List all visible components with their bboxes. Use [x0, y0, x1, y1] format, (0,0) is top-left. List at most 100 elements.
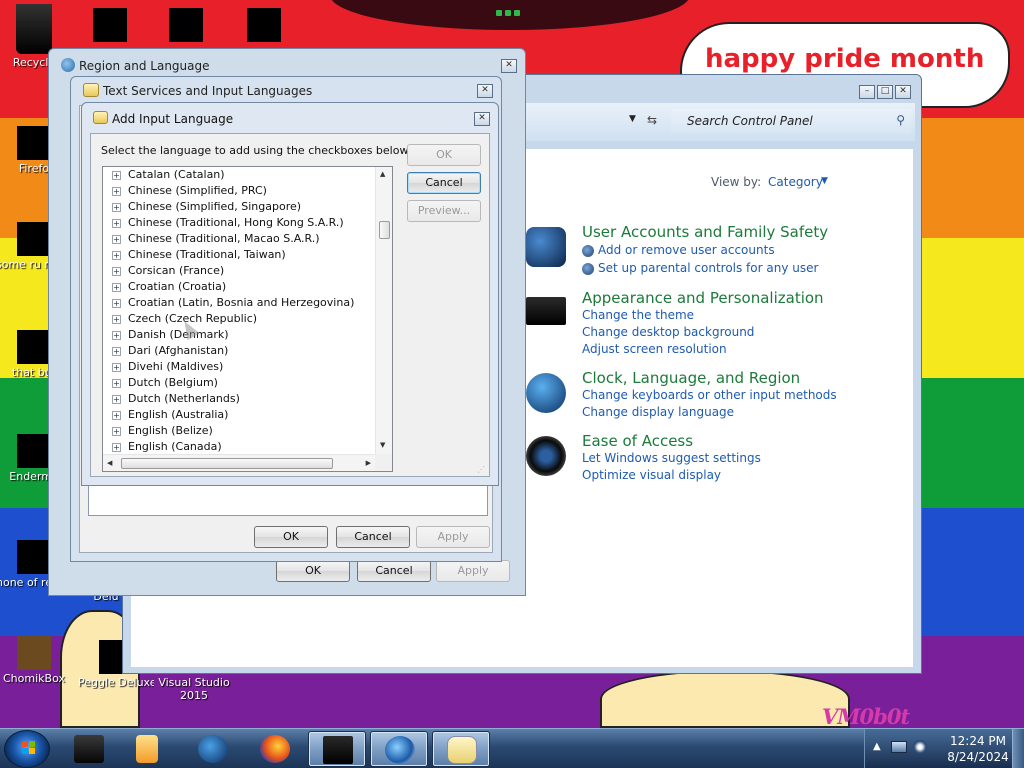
show-desktop-button[interactable]	[1012, 729, 1024, 768]
horizontal-scrollbar[interactable]: ◀ ▶	[103, 454, 375, 471]
category-link[interactable]: Change the theme	[582, 308, 694, 322]
language-item[interactable]: + Dari (Afghanistan)	[103, 343, 375, 359]
cancel-button[interactable]: Cancel	[357, 560, 431, 582]
expand-icon[interactable]: +	[112, 267, 121, 276]
category-link[interactable]: Change desktop background	[582, 325, 754, 339]
volume-icon[interactable]	[913, 740, 927, 754]
scroll-down-icon[interactable]: ▼	[380, 441, 385, 449]
apply-button[interactable]: Apply	[436, 560, 510, 582]
minimize-button[interactable]: –	[859, 85, 875, 99]
show-hidden-icons-icon[interactable]: ▲	[873, 741, 881, 752]
category-link[interactable]: Adjust screen resolution	[582, 342, 727, 356]
expand-icon[interactable]: +	[112, 443, 121, 452]
category-title[interactable]: Appearance and Personalization	[582, 289, 824, 307]
expand-icon[interactable]: +	[112, 219, 121, 228]
close-button[interactable]: ✕	[501, 59, 517, 73]
taskbar-app-3[interactable]	[184, 731, 242, 767]
apply-button[interactable]: Apply	[416, 526, 490, 548]
scroll-up-icon[interactable]: ▲	[380, 170, 385, 178]
scroll-right-icon[interactable]: ▶	[366, 459, 371, 467]
start-button[interactable]	[4, 730, 50, 768]
expand-icon[interactable]: +	[112, 331, 121, 340]
language-item[interactable]: + Chinese (Traditional, Hong Kong S.A.R.)	[103, 215, 375, 231]
language-item[interactable]: + English (Australia)	[103, 407, 375, 423]
clock-time[interactable]: 12:24 PM	[945, 734, 1011, 748]
expand-icon[interactable]: +	[112, 187, 121, 196]
vertical-scrollbar[interactable]: ▲ ▼	[375, 167, 392, 454]
category-title[interactable]: User Accounts and Family Safety	[582, 223, 828, 241]
ok-button[interactable]: OK	[254, 526, 328, 548]
taskbar-text-services[interactable]	[432, 731, 490, 767]
language-item[interactable]: + Chinese (Simplified, PRC)	[103, 183, 375, 199]
category-link[interactable]: Optimize visual display	[582, 468, 721, 482]
expand-icon[interactable]: +	[112, 299, 121, 308]
language-item[interactable]: + Danish (Denmark)	[103, 327, 375, 343]
category-link[interactable]: Let Windows suggest settings	[582, 451, 761, 465]
chevron-down-icon[interactable]: ▼	[821, 176, 828, 186]
taskbar-media-player[interactable]	[118, 731, 176, 767]
desktop-icon-folder[interactable]	[72, 8, 148, 44]
ok-button[interactable]: OK	[276, 560, 350, 582]
category-title[interactable]: Clock, Language, and Region	[582, 369, 800, 387]
scroll-left-icon[interactable]: ◀	[107, 459, 112, 467]
expand-icon[interactable]: +	[112, 411, 121, 420]
language-item[interactable]: + Corsican (France)	[103, 263, 375, 279]
language-item[interactable]: + English (Belize)	[103, 423, 375, 439]
close-button[interactable]: ✕	[477, 84, 493, 98]
maximize-button[interactable]: □	[877, 85, 893, 99]
cancel-button[interactable]: Cancel	[407, 172, 481, 194]
expand-icon[interactable]: +	[112, 379, 121, 388]
address-dropdown-icon[interactable]: ▼	[629, 114, 636, 124]
category-title[interactable]: Ease of Access	[582, 432, 693, 450]
expand-icon[interactable]: +	[112, 363, 121, 372]
scrollbar-thumb[interactable]	[379, 221, 390, 239]
language-item[interactable]: + Chinese (Traditional, Taiwan)	[103, 247, 375, 263]
search-input[interactable]: Search Control Panel	[687, 114, 813, 128]
taskbar-app-1[interactable]	[60, 731, 118, 767]
ease-of-access-icon[interactable]	[526, 436, 566, 476]
refresh-icon[interactable]: ⇆	[647, 113, 657, 127]
language-item[interactable]: + Croatian (Croatia)	[103, 279, 375, 295]
category-link[interactable]: Add or remove user accounts	[598, 243, 775, 257]
cancel-button[interactable]: Cancel	[336, 526, 410, 548]
language-item[interactable]: + Chinese (Simplified, Singapore)	[103, 199, 375, 215]
language-item[interactable]: + Croatian (Latin, Bosnia and Herzegovina…	[103, 295, 375, 311]
monitor-icon[interactable]	[526, 297, 566, 325]
category-link[interactable]: Change keyboards or other input methods	[582, 388, 837, 402]
installed-services-list[interactable]	[88, 482, 488, 516]
language-item[interactable]: + Czech (Czech Republic)	[103, 311, 375, 327]
resize-grip-icon[interactable]: ⋰	[477, 465, 485, 474]
expand-icon[interactable]: +	[112, 347, 121, 356]
taskbar-control-panel[interactable]	[308, 731, 366, 767]
close-button[interactable]: ✕	[895, 85, 911, 99]
expand-icon[interactable]: +	[112, 251, 121, 260]
language-item[interactable]: + Catalan (Catalan)	[103, 167, 375, 183]
globe-clock-icon[interactable]	[526, 373, 566, 413]
expand-icon[interactable]: +	[112, 235, 121, 244]
language-tree[interactable]: + Catalan (Catalan) + Chinese (Simplified,…	[102, 166, 393, 472]
ok-button[interactable]: OK	[407, 144, 481, 166]
clock-date[interactable]: 8/24/2024	[945, 750, 1011, 764]
language-item[interactable]: + Dutch (Belgium)	[103, 375, 375, 391]
language-item[interactable]: + Divehi (Maldives)	[103, 359, 375, 375]
search-icon[interactable]: ⚲	[896, 113, 905, 127]
desktop-icon-app[interactable]	[148, 8, 224, 44]
language-item[interactable]: + Chinese (Traditional, Macao S.A.R.)	[103, 231, 375, 247]
category-link[interactable]: Set up parental controls for any user	[598, 261, 818, 275]
desktop-icon-app-2[interactable]	[226, 8, 302, 44]
taskbar-region-language[interactable]	[370, 731, 428, 767]
view-by-dropdown[interactable]: Category	[768, 175, 823, 189]
language-item[interactable]: + Dutch (Netherlands)	[103, 391, 375, 407]
preview-button[interactable]: Preview...	[407, 200, 481, 222]
category-link[interactable]: Change display language	[582, 405, 734, 419]
desktop-icon-chomikbox[interactable]: ChomikBox	[0, 636, 72, 685]
taskbar-firefox[interactable]	[246, 731, 304, 767]
expand-icon[interactable]: +	[112, 171, 121, 180]
expand-icon[interactable]: +	[112, 283, 121, 292]
scrollbar-thumb[interactable]	[121, 458, 333, 469]
expand-icon[interactable]: +	[112, 427, 121, 436]
user-accounts-icon[interactable]	[526, 227, 566, 267]
expand-icon[interactable]: +	[112, 395, 121, 404]
close-button[interactable]: ✕	[474, 112, 490, 126]
expand-icon[interactable]: +	[112, 315, 121, 324]
